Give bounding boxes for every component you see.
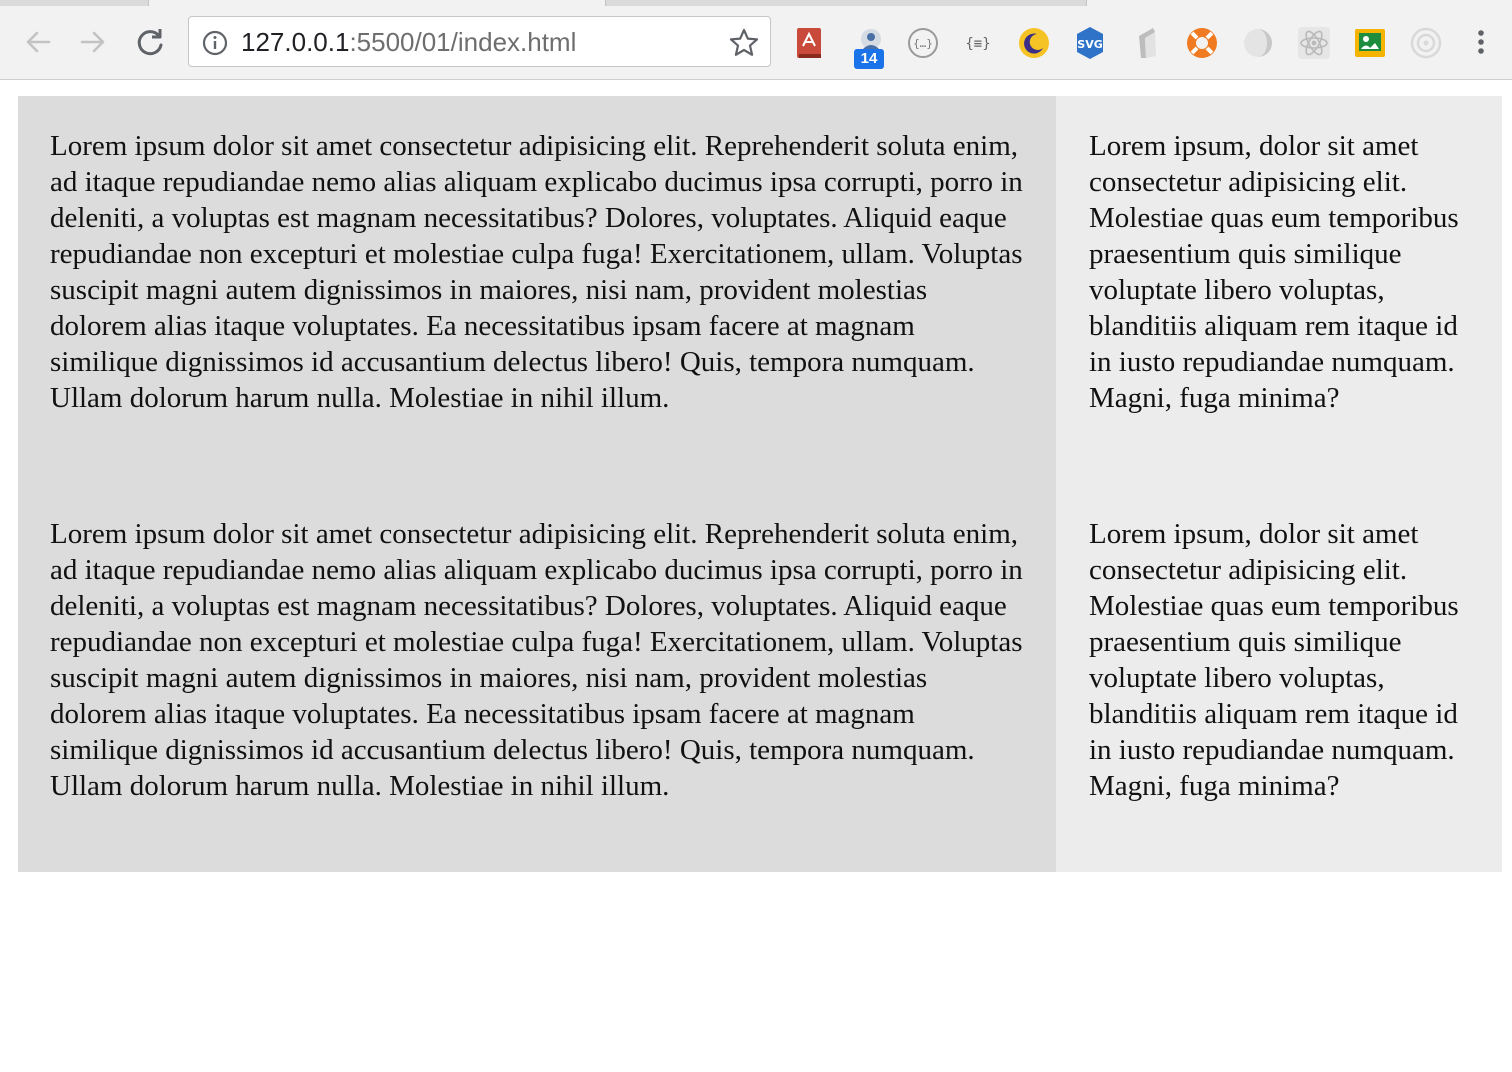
moon-icon[interactable] [1014,23,1054,63]
browser-toolbar: 127.0.0.1:5500/01/index.html 14 {…} {≡} [0,6,1512,80]
more-vert-icon [1478,30,1484,54]
info-icon[interactable] [202,30,228,56]
svg-text:{≡}: {≡} [965,36,990,52]
json-viewer-icon[interactable]: {…} [903,23,943,63]
reload-icon [137,29,163,56]
back-button[interactable] [20,24,56,60]
main-paragraph: Lorem ipsum dolor sit amet consectetur a… [50,518,1023,802]
url-text[interactable]: 127.0.0.1:5500/01/index.html [241,28,576,56]
react-devtools-icon[interactable] [1294,23,1334,63]
extension-badge: 14 [854,49,884,69]
half-circle-extension-icon[interactable] [1238,23,1278,63]
main-column: Lorem ipsum dolor sit amet consectetur a… [18,96,1056,872]
address-bar[interactable]: 127.0.0.1:5500/01/index.html [188,16,771,67]
pen-extension-icon[interactable] [1126,23,1166,63]
target-extension-icon[interactable] [1406,23,1446,63]
url-path: :5500/01/index.html [349,27,577,57]
url-host: 127.0.0.1 [241,27,350,57]
slides-extension-icon[interactable] [1350,23,1390,63]
arrow-left-icon [26,31,51,53]
forward-button[interactable] [75,24,111,60]
svg-extension-icon[interactable]: SVG [1070,23,1110,63]
reload-button[interactable] [132,24,168,60]
lifebuoy-icon[interactable] [1182,23,1222,63]
side-paragraph: Lorem ipsum, dolor sit amet consectetur … [1089,518,1459,802]
bookmark-star-icon[interactable] [728,27,760,59]
page-content: Lorem ipsum dolor sit amet consectetur a… [18,96,1502,872]
code-formatter-icon[interactable]: {≡} [958,23,998,63]
side-paragraph: Lorem ipsum, dolor sit amet consectetur … [1089,130,1459,414]
notification-extension-icon[interactable]: 14 [850,23,890,69]
svg-text:{…}: {…} [913,37,933,50]
pdf-extension-icon[interactable] [789,23,829,63]
arrow-right-icon [80,31,105,53]
svg-text:SVG: SVG [1077,38,1102,51]
side-column: Lorem ipsum, dolor sit amet consectetur … [1056,96,1502,872]
browser-menu-button[interactable] [1466,24,1496,60]
main-paragraph: Lorem ipsum dolor sit amet consectetur a… [50,130,1023,414]
